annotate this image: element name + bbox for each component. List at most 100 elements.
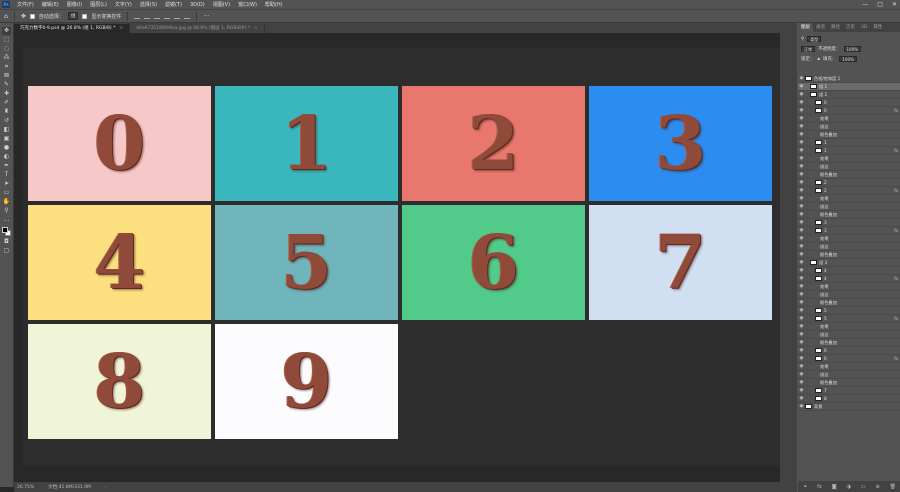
- stamp-icon[interactable]: ♜: [2, 108, 11, 116]
- home-icon[interactable]: ⌂: [4, 13, 8, 20]
- visibility-eye-icon[interactable]: ◉: [798, 236, 805, 241]
- layer-effects-badge[interactable]: fx: [894, 316, 898, 321]
- visibility-eye-icon[interactable]: ◉: [798, 332, 805, 337]
- visibility-eye-icon[interactable]: ◉: [798, 164, 805, 169]
- menu-image[interactable]: 图像(I): [63, 1, 86, 8]
- visibility-eye-icon[interactable]: ◉: [798, 76, 805, 81]
- visibility-eye-icon[interactable]: ◉: [798, 196, 805, 201]
- layer-row[interactable]: ◉ 效果: [798, 155, 900, 163]
- layer-name[interactable]: 效果: [820, 284, 828, 290]
- layer-row[interactable]: ◉ 组 2: [798, 91, 900, 99]
- eyedropper-icon[interactable]: ✎: [2, 81, 11, 89]
- layer-name[interactable]: 效果: [820, 364, 828, 370]
- layer-name[interactable]: 0: [824, 100, 827, 105]
- menu-window[interactable]: 窗口(W): [234, 1, 261, 8]
- visibility-eye-icon[interactable]: ◉: [798, 276, 805, 281]
- visibility-eye-icon[interactable]: ◉: [798, 244, 805, 249]
- visibility-eye-icon[interactable]: ◉: [798, 140, 805, 145]
- type-icon[interactable]: T: [2, 171, 11, 179]
- layer-name[interactable]: 2: [824, 180, 827, 185]
- magic-wand-icon[interactable]: ⁂: [2, 54, 11, 62]
- visibility-eye-icon[interactable]: ◉: [798, 364, 805, 369]
- tab-history[interactable]: 历史: [843, 23, 858, 32]
- layer-name[interactable]: 5: [824, 308, 827, 313]
- visibility-eye-icon[interactable]: ◉: [798, 204, 805, 209]
- more-tools-icon[interactable]: …: [2, 216, 11, 224]
- close-icon[interactable]: ×: [119, 26, 123, 31]
- layer-name[interactable]: 7: [824, 388, 827, 393]
- layer-name[interactable]: 效果: [820, 116, 828, 122]
- layer-name[interactable]: 效果: [820, 156, 828, 162]
- digit-tile-9[interactable]: 9: [215, 324, 398, 439]
- artboard[interactable]: 0 1 2 3 4 5 6 7 8 9: [22, 48, 782, 466]
- tab-channels[interactable]: 通道: [813, 23, 828, 32]
- layer-row[interactable]: ◉ 描边: [798, 123, 900, 131]
- layer-row[interactable]: ◉ 颜色叠加: [798, 251, 900, 259]
- hand-icon[interactable]: ✋: [2, 198, 11, 206]
- visibility-eye-icon[interactable]: ◉: [798, 124, 805, 129]
- visibility-eye-icon[interactable]: ◉: [798, 100, 805, 105]
- visibility-eye-icon[interactable]: ◉: [798, 172, 805, 177]
- visibility-eye-icon[interactable]: ◉: [798, 404, 805, 409]
- layer-name[interactable]: 8: [824, 396, 827, 401]
- layer-name[interactable]: 效果: [820, 196, 828, 202]
- eraser-icon[interactable]: ◧: [2, 126, 11, 134]
- layer-name[interactable]: 1: [824, 148, 827, 153]
- layer-row[interactable]: ◉ 描边: [798, 243, 900, 251]
- layer-name[interactable]: 1: [824, 140, 827, 145]
- layer-row[interactable]: ◉ 背景: [798, 403, 900, 411]
- layer-name[interactable]: 颜色叠加: [820, 132, 837, 138]
- layer-name[interactable]: 背景: [814, 404, 822, 410]
- layer-name[interactable]: 5: [824, 316, 827, 321]
- opacity-field[interactable]: 100%: [843, 46, 861, 52]
- canvas-area[interactable]: 0 1 2 3 4 5 6 7 8 9: [14, 33, 782, 482]
- brush-icon[interactable]: ✐: [2, 99, 11, 107]
- layer-row[interactable]: ◉ 效果: [798, 363, 900, 371]
- visibility-eye-icon[interactable]: ◉: [798, 116, 805, 121]
- digit-tile-3[interactable]: 3: [589, 86, 772, 201]
- tab-document-1[interactable]: 巧克力数字0-9.psd @ 26.8% (组 1, RGB/8) * ×: [14, 24, 131, 33]
- lasso-icon[interactable]: ◌: [2, 45, 11, 53]
- menu-select[interactable]: 选择(S): [136, 1, 161, 8]
- layer-name[interactable]: 描边: [820, 372, 828, 378]
- layer-name[interactable]: 描边: [820, 164, 828, 170]
- layer-name[interactable]: 效果: [820, 236, 828, 242]
- layer-name[interactable]: 描边: [820, 332, 828, 338]
- layer-row[interactable]: ◉ 颜色叠加: [798, 171, 900, 179]
- layer-name[interactable]: 颜色叠加: [820, 340, 837, 346]
- layer-effects-badge[interactable]: fx: [894, 148, 898, 153]
- layer-row[interactable]: ◉ 4 fx: [798, 275, 900, 283]
- visibility-eye-icon[interactable]: ◉: [798, 284, 805, 289]
- visibility-eye-icon[interactable]: ◉: [798, 260, 805, 265]
- layer-row[interactable]: ◉ 6 fx: [798, 355, 900, 363]
- crop-icon[interactable]: ⌗: [2, 63, 11, 71]
- layer-effects-badge[interactable]: fx: [894, 276, 898, 281]
- layer-row[interactable]: ◉ 效果: [798, 235, 900, 243]
- layer-row[interactable]: ◉ 组 1: [798, 83, 900, 91]
- foreground-color-swatch[interactable]: [1, 227, 8, 233]
- menu-edit[interactable]: 编辑(E): [38, 1, 63, 8]
- layer-kind-filter[interactable]: 类型: [807, 36, 822, 42]
- layer-effects-badge[interactable]: fx: [894, 188, 898, 193]
- visibility-eye-icon[interactable]: ◉: [798, 84, 805, 89]
- close-icon[interactable]: ×: [254, 26, 258, 31]
- layer-name[interactable]: 0: [824, 108, 827, 113]
- visibility-eye-icon[interactable]: ◉: [798, 372, 805, 377]
- layer-name[interactable]: 颜色叠加: [820, 300, 837, 306]
- menu-help[interactable]: 帮助(H): [261, 1, 287, 8]
- digit-tile-1[interactable]: 1: [215, 86, 398, 201]
- align-bottom-icon[interactable]: [154, 13, 161, 19]
- layer-row[interactable]: ◉ 2 fx: [798, 187, 900, 195]
- shape-icon[interactable]: ▭: [2, 189, 11, 197]
- maximize-button[interactable]: □: [877, 1, 883, 8]
- layer-row[interactable]: ◉ 颜色叠加: [798, 299, 900, 307]
- layer-name[interactable]: 6: [824, 348, 827, 353]
- layer-name[interactable]: 描边: [820, 124, 828, 130]
- visibility-eye-icon[interactable]: ◉: [798, 212, 805, 217]
- align-hcenter-icon[interactable]: [174, 13, 181, 19]
- blur-icon[interactable]: ●: [2, 144, 11, 152]
- align-right-icon[interactable]: [184, 13, 191, 19]
- menu-3d[interactable]: 3D(D): [186, 2, 209, 8]
- layer-row[interactable]: ◉ 颜色叠加: [798, 211, 900, 219]
- visibility-eye-icon[interactable]: ◉: [798, 268, 805, 273]
